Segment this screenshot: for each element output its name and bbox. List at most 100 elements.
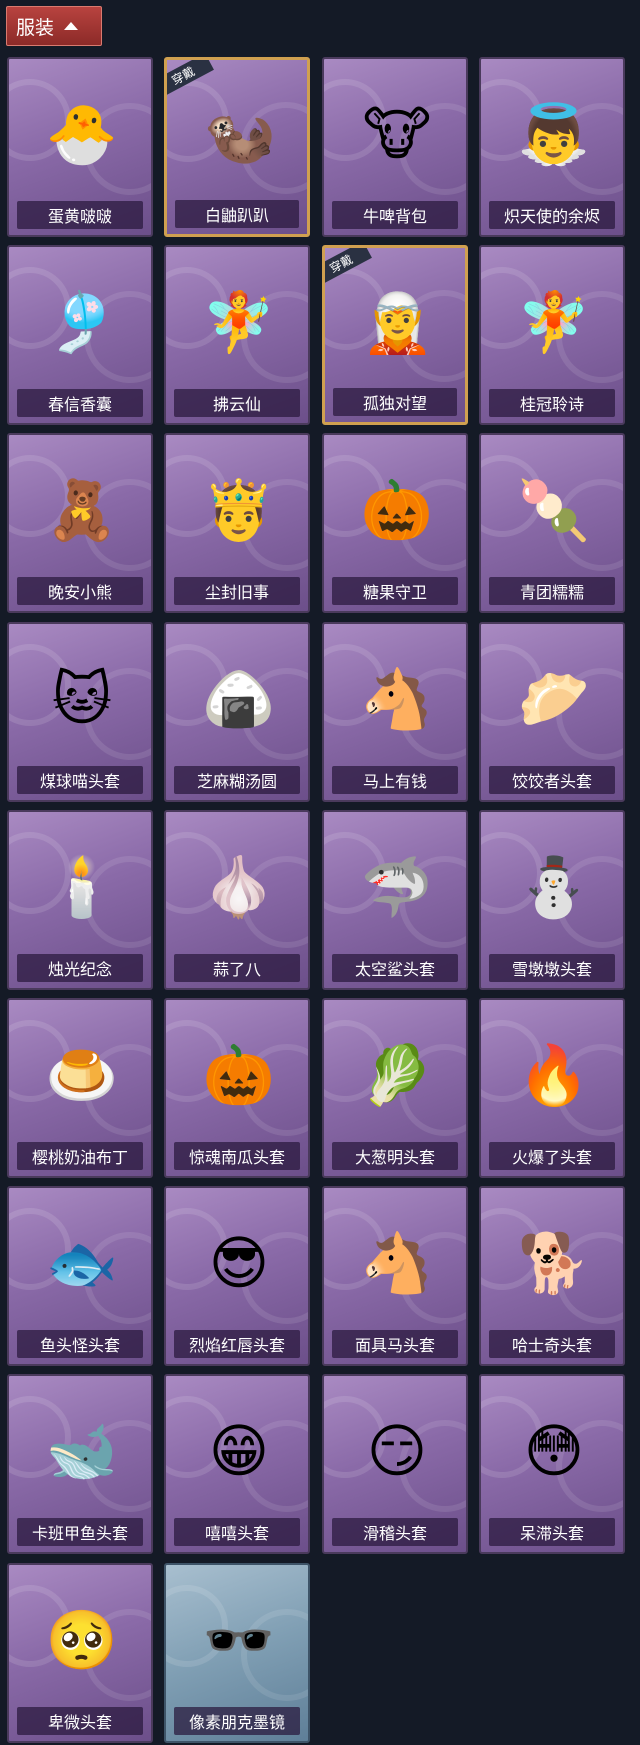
item-name-label: 惊魂南瓜头套 — [174, 1142, 300, 1170]
fish-head-icon: 🐟 — [45, 1229, 119, 1297]
item-name-label: 拂云仙 — [174, 389, 300, 417]
pumpkin-scarecrow-icon: 🎃 — [360, 476, 434, 544]
item-name-label: 糖果守卫 — [332, 577, 458, 605]
chick-egg-icon: 🐣 — [45, 100, 119, 168]
item-name-label: 雪墩墩头套 — [489, 954, 615, 982]
item-card[interactable]: 🐱 煤球喵头套 — [7, 622, 153, 802]
item-name-label: 像素朋克墨镜 — [174, 1707, 300, 1735]
laurel-poet-charm-icon: 🧚 — [517, 288, 591, 356]
item-name-label: 鱼头怪头套 — [17, 1330, 143, 1358]
item-card[interactable]: 🕯️ 烛光纪念 — [7, 810, 153, 990]
item-card[interactable]: 😳 呆滞头套 — [479, 1374, 625, 1554]
item-name-label: 芝麻糊汤圆 — [174, 766, 300, 794]
dazed-emoji-head-icon: 😳 — [523, 1417, 585, 1485]
scallion-head-icon: 🥬 — [360, 1041, 434, 1109]
pudding-head-icon: 🍮 — [45, 1041, 119, 1109]
item-card[interactable]: 🥬 大葱明头套 — [322, 998, 468, 1178]
rice-ball-head-icon: 🍙 — [202, 665, 276, 733]
item-name-label: 卑微头套 — [17, 1707, 143, 1735]
pixel-sunglasses-icon: 🕶️ — [202, 1606, 276, 1674]
item-name-label: 炽天使的余烬 — [489, 201, 615, 229]
item-name-label: 白鼬趴趴 — [175, 200, 299, 228]
dumpling-head-icon: 🥟 — [517, 665, 591, 733]
red-horse-head-icon: 🐴 — [360, 665, 434, 733]
item-card[interactable]: 🐮 牛啤背包 — [322, 57, 468, 237]
item-name-label: 烈焰红唇头套 — [174, 1330, 300, 1358]
grin-emoji-head-icon: 😁 — [208, 1417, 270, 1485]
item-card[interactable]: 🐋 卡班甲鱼头套 — [7, 1374, 153, 1554]
item-card[interactable]: 🐕 哈士奇头套 — [479, 1186, 625, 1366]
item-card[interactable]: ⛄ 雪墩墩头套 — [479, 810, 625, 990]
item-card[interactable]: 🦈 太空鲨头套 — [322, 810, 468, 990]
item-name-label: 桂冠聆诗 — [489, 389, 615, 417]
yellow-mouse-head-icon: 😎 — [208, 1229, 270, 1297]
bear-charm-icon: 🧸 — [45, 476, 119, 544]
item-card[interactable]: 🥟 饺饺者头套 — [479, 622, 625, 802]
item-name-label: 呆滞头套 — [489, 1518, 615, 1546]
item-name-label: 尘封旧事 — [174, 577, 300, 605]
item-card[interactable]: 🧝 孤独对望 穿戴 — [322, 245, 468, 425]
item-card[interactable]: 🎃 糖果守卫 — [322, 433, 468, 613]
item-card[interactable]: 🎐 春信香囊 — [7, 245, 153, 425]
item-name-label: 哈士奇头套 — [489, 1330, 615, 1358]
snowman-head-icon: ⛄ — [517, 853, 591, 921]
item-card[interactable]: 🧚 桂冠聆诗 — [479, 245, 625, 425]
husky-head-icon: 🐕 — [517, 1229, 591, 1297]
item-card[interactable]: 🍡 青团糯糯 — [479, 433, 625, 613]
item-name-label: 蛋黄啵啵 — [17, 201, 143, 229]
item-name-label: 煤球喵头套 — [17, 766, 143, 794]
item-card[interactable]: 🦦 白鼬趴趴 穿戴 — [164, 57, 310, 237]
item-card[interactable]: 🥺 卑微头套 — [7, 1563, 153, 1743]
item-grid: 🐣 蛋黄啵啵 🦦 白鼬趴趴 穿戴 🐮 牛啤背包 👼 炽天使的余烬 🎐 春信香囊 🧚 拂云仙 🧝 孤独对望 穿戴… — [0, 0, 640, 1745]
cow-beer-backpack-icon: 🐮 — [362, 100, 432, 168]
candle-head-icon: 🕯️ — [45, 853, 119, 921]
item-name-label: 春信香囊 — [17, 389, 143, 417]
item-card[interactable]: 🍮 樱桃奶油布丁 — [7, 998, 153, 1178]
item-card[interactable]: 🐣 蛋黄啵啵 — [7, 57, 153, 237]
humble-emoji-head-icon: 🥺 — [45, 1606, 119, 1674]
sachet-icon: 🎐 — [45, 288, 119, 356]
garlic-head-icon: 🧄 — [202, 853, 276, 921]
item-name-label: 马上有钱 — [332, 766, 458, 794]
item-name-label: 火爆了头套 — [489, 1142, 615, 1170]
item-name-label: 嘻嘻头套 — [174, 1518, 300, 1546]
item-name-label: 面具马头套 — [332, 1330, 458, 1358]
item-name-label: 滑稽头套 — [332, 1518, 458, 1546]
item-name-label: 蒜了八 — [174, 954, 300, 982]
item-name-label: 樱桃奶油布丁 — [17, 1142, 143, 1170]
item-name-label: 大葱明头套 — [332, 1142, 458, 1170]
pumpkin-head-icon: 🎃 — [202, 1041, 276, 1109]
item-card[interactable]: 🤴 尘封旧事 — [164, 433, 310, 613]
fire-head-icon: 🔥 — [517, 1041, 591, 1109]
item-name-label: 牛啤背包 — [332, 201, 458, 229]
item-card[interactable]: 😎 烈焰红唇头套 — [164, 1186, 310, 1366]
item-card[interactable]: 👼 炽天使的余烬 — [479, 57, 625, 237]
angel-doll-icon: 👼 — [517, 100, 591, 168]
green-dumpling-icon: 🍡 — [517, 476, 591, 544]
cloud-fairy-charm-icon: 🧚 — [202, 288, 276, 356]
item-name-label: 卡班甲鱼头套 — [17, 1518, 143, 1546]
item-card[interactable]: 🔥 火爆了头套 — [479, 998, 625, 1178]
item-card[interactable]: 🐟 鱼头怪头套 — [7, 1186, 153, 1366]
item-name-label: 烛光纪念 — [17, 954, 143, 982]
item-card[interactable]: 🧚 拂云仙 — [164, 245, 310, 425]
item-card[interactable]: 😏 滑稽头套 — [322, 1374, 468, 1554]
item-name-label: 青团糯糯 — [489, 577, 615, 605]
catfish-head-icon: 🐋 — [45, 1417, 119, 1485]
funny-emoji-head-icon: 😏 — [366, 1417, 428, 1485]
item-card[interactable]: 🐴 面具马头套 — [322, 1186, 468, 1366]
item-name-label: 晚安小熊 — [17, 577, 143, 605]
item-card[interactable]: 🧄 蒜了八 — [164, 810, 310, 990]
item-card[interactable]: 🎃 惊魂南瓜头套 — [164, 998, 310, 1178]
shark-head-icon: 🦈 — [360, 853, 434, 921]
horse-mask-head-icon: 🐴 — [360, 1229, 434, 1297]
item-card[interactable]: 🧸 晚安小熊 — [7, 433, 153, 613]
item-card[interactable]: 🍙 芝麻糊汤圆 — [164, 622, 310, 802]
black-cat-head-icon: 🐱 — [51, 665, 113, 733]
item-card[interactable]: 🐴 马上有钱 — [322, 622, 468, 802]
item-name-label: 太空鲨头套 — [332, 954, 458, 982]
item-name-label: 孤独对望 — [333, 388, 457, 416]
item-card[interactable]: 🕶️ 像素朋克墨镜 — [164, 1563, 310, 1743]
prince-charm-icon: 🤴 — [202, 476, 276, 544]
item-card[interactable]: 😁 嘻嘻头套 — [164, 1374, 310, 1554]
